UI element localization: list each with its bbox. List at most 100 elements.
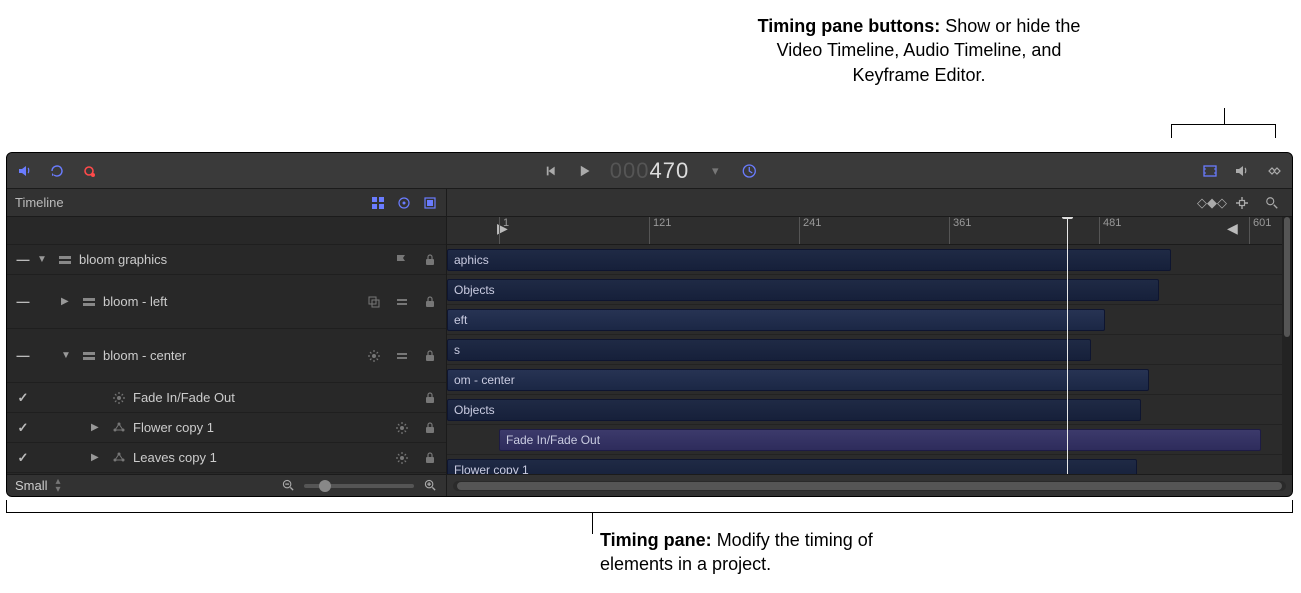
audio-icon[interactable] — [17, 163, 33, 179]
lock-icon[interactable] — [422, 252, 438, 268]
snapping-icon[interactable] — [1234, 195, 1250, 211]
gear-icon[interactable] — [394, 420, 410, 436]
vertical-scrollbar[interactable] — [1282, 217, 1292, 474]
visibility-checkbox[interactable]: — — [15, 252, 31, 267]
zoom-slider-knob[interactable] — [319, 480, 331, 492]
chevron-down-icon[interactable]: ▾ — [707, 163, 723, 179]
layer-row[interactable]: — ▼ bloom - center — [7, 329, 446, 383]
lock-icon[interactable] — [422, 450, 438, 466]
filters-show-icon[interactable] — [370, 195, 386, 211]
layer-name[interactable]: bloom - center — [103, 348, 360, 363]
visibility-checkbox[interactable]: — — [15, 348, 31, 363]
timeline-clip[interactable]: om - center — [447, 369, 1149, 391]
visibility-checkbox[interactable]: ✓ — [15, 390, 31, 406]
layer-list: — ▼ bloom graphics — ▶ bloom - left — ▼ bloom - … — [7, 217, 447, 474]
size-popup-arrows-icon[interactable]: ▴▾ — [56, 478, 61, 494]
lock-icon[interactable] — [422, 420, 438, 436]
disclosure-triangle-icon[interactable]: ▶ — [61, 296, 75, 307]
track-row[interactable]: aphics — [447, 245, 1292, 275]
timeline-clip[interactable]: aphics — [447, 249, 1171, 271]
behaviors-show-icon[interactable] — [396, 195, 412, 211]
timecode-display[interactable]: 000470 — [610, 158, 689, 184]
loop-icon[interactable] — [49, 163, 65, 179]
clip-label: Objects — [454, 403, 495, 417]
timeline-clip[interactable]: Fade In/Fade Out — [499, 429, 1261, 451]
layer-row[interactable]: — ▼ bloom graphics — [7, 245, 446, 275]
zoom-slider[interactable] — [304, 484, 414, 488]
vertical-scrollbar-thumb[interactable] — [1284, 217, 1290, 337]
stack-icon[interactable] — [394, 294, 410, 310]
lock-icon[interactable] — [422, 348, 438, 364]
record-icon[interactable] — [81, 163, 97, 179]
clock-icon[interactable] — [741, 163, 757, 179]
callout-line — [592, 512, 593, 534]
gear-icon — [111, 390, 127, 406]
row-size-popup[interactable]: Small — [15, 478, 48, 493]
track-row[interactable]: eft — [447, 305, 1292, 335]
visibility-checkbox[interactable]: ✓ — [15, 420, 31, 436]
stack-icon — [81, 294, 97, 310]
lock-icon[interactable] — [422, 390, 438, 406]
keyframe-nav-icon[interactable]: ◇◆◇ — [1204, 195, 1220, 211]
timeline-clip[interactable]: s — [447, 339, 1091, 361]
replicator-icon — [111, 420, 127, 436]
layer-row[interactable]: ✓ ▶ Flower copy 1 — [7, 413, 446, 443]
disclosure-triangle-icon[interactable]: ▶ — [91, 452, 105, 463]
stack-icon[interactable] — [394, 348, 410, 364]
ruler-tick: 361 — [949, 217, 971, 244]
audio-timeline-toggle-icon[interactable] — [1234, 163, 1250, 179]
go-to-start-icon[interactable] — [542, 163, 558, 179]
layer-name[interactable]: bloom - left — [103, 294, 360, 309]
timeline-clip[interactable]: Objects — [447, 399, 1141, 421]
timeline-clip[interactable]: Objects — [447, 279, 1159, 301]
timeline-tracks[interactable]: aphics Objects eft s om - center Objects Fade … — [447, 245, 1292, 474]
copies-icon[interactable] — [366, 294, 382, 310]
gear-icon[interactable] — [366, 348, 382, 364]
visibility-checkbox[interactable]: ✓ — [15, 450, 31, 466]
track-row[interactable]: om - center — [447, 365, 1292, 395]
layer-row[interactable]: ✓ Fade In/Fade Out — [7, 383, 446, 413]
gear-icon[interactable] — [394, 450, 410, 466]
zoom-in-icon[interactable] — [422, 478, 438, 494]
lock-icon[interactable] — [422, 294, 438, 310]
horizontal-scrollbar[interactable] — [453, 481, 1286, 491]
ruler-tick: 601 — [1249, 217, 1271, 244]
flag-icon[interactable] — [394, 252, 410, 268]
clip-label: eft — [454, 313, 467, 327]
timeline-ruler[interactable]: ▶ ◀ 1121241361481601 — [447, 217, 1292, 245]
disclosure-triangle-icon[interactable]: ▼ — [61, 350, 75, 361]
layer-name[interactable]: Leaves copy 1 — [133, 450, 388, 465]
playhead[interactable] — [1067, 217, 1068, 474]
track-row[interactable]: Objects — [447, 395, 1292, 425]
layer-name[interactable]: Flower copy 1 — [133, 420, 388, 435]
timeline-header-bar: Timeline ◇◆◇ — [7, 189, 1292, 217]
timeline-clip[interactable]: Flower copy 1 — [447, 459, 1137, 474]
zoom-fit-icon[interactable] — [1264, 195, 1280, 211]
callout-line — [6, 512, 1293, 513]
layer-name[interactable]: bloom graphics — [79, 252, 388, 267]
play-icon[interactable] — [576, 163, 592, 179]
visibility-checkbox[interactable]: — — [15, 294, 31, 309]
out-point-marker[interactable]: ◀ — [1227, 220, 1238, 237]
track-row[interactable]: Objects — [447, 275, 1292, 305]
keyframe-editor-toggle-icon[interactable] — [1266, 163, 1282, 179]
clip-label: Flower copy 1 — [454, 463, 529, 474]
timeline-tracks-area[interactable]: ▶ ◀ 1121241361481601 aphicsObjectseftsom… — [447, 217, 1292, 474]
disclosure-triangle-icon[interactable]: ▶ — [91, 422, 105, 433]
layer-name[interactable]: Fade In/Fade Out — [133, 390, 416, 405]
horizontal-scrollbar-thumb[interactable] — [457, 482, 1282, 490]
track-row[interactable]: Fade In/Fade Out — [447, 425, 1292, 455]
video-timeline-toggle-icon[interactable] — [1202, 163, 1218, 179]
timeline-clip[interactable]: eft — [447, 309, 1105, 331]
ruler-tick: 241 — [799, 217, 821, 244]
disclosure-triangle-icon[interactable]: ▼ — [37, 254, 51, 265]
layer-row[interactable]: ✓ ▶ Leaves copy 1 — [7, 443, 446, 473]
track-row[interactable]: s — [447, 335, 1292, 365]
zoom-out-icon[interactable] — [280, 478, 296, 494]
callout-line — [1292, 500, 1293, 513]
track-row[interactable]: Flower copy 1 — [447, 455, 1292, 474]
layer-row[interactable]: — ▶ bloom - left — [7, 275, 446, 329]
masks-show-icon[interactable] — [422, 195, 438, 211]
callout-line — [1275, 124, 1276, 138]
clip-label: s — [454, 343, 460, 357]
